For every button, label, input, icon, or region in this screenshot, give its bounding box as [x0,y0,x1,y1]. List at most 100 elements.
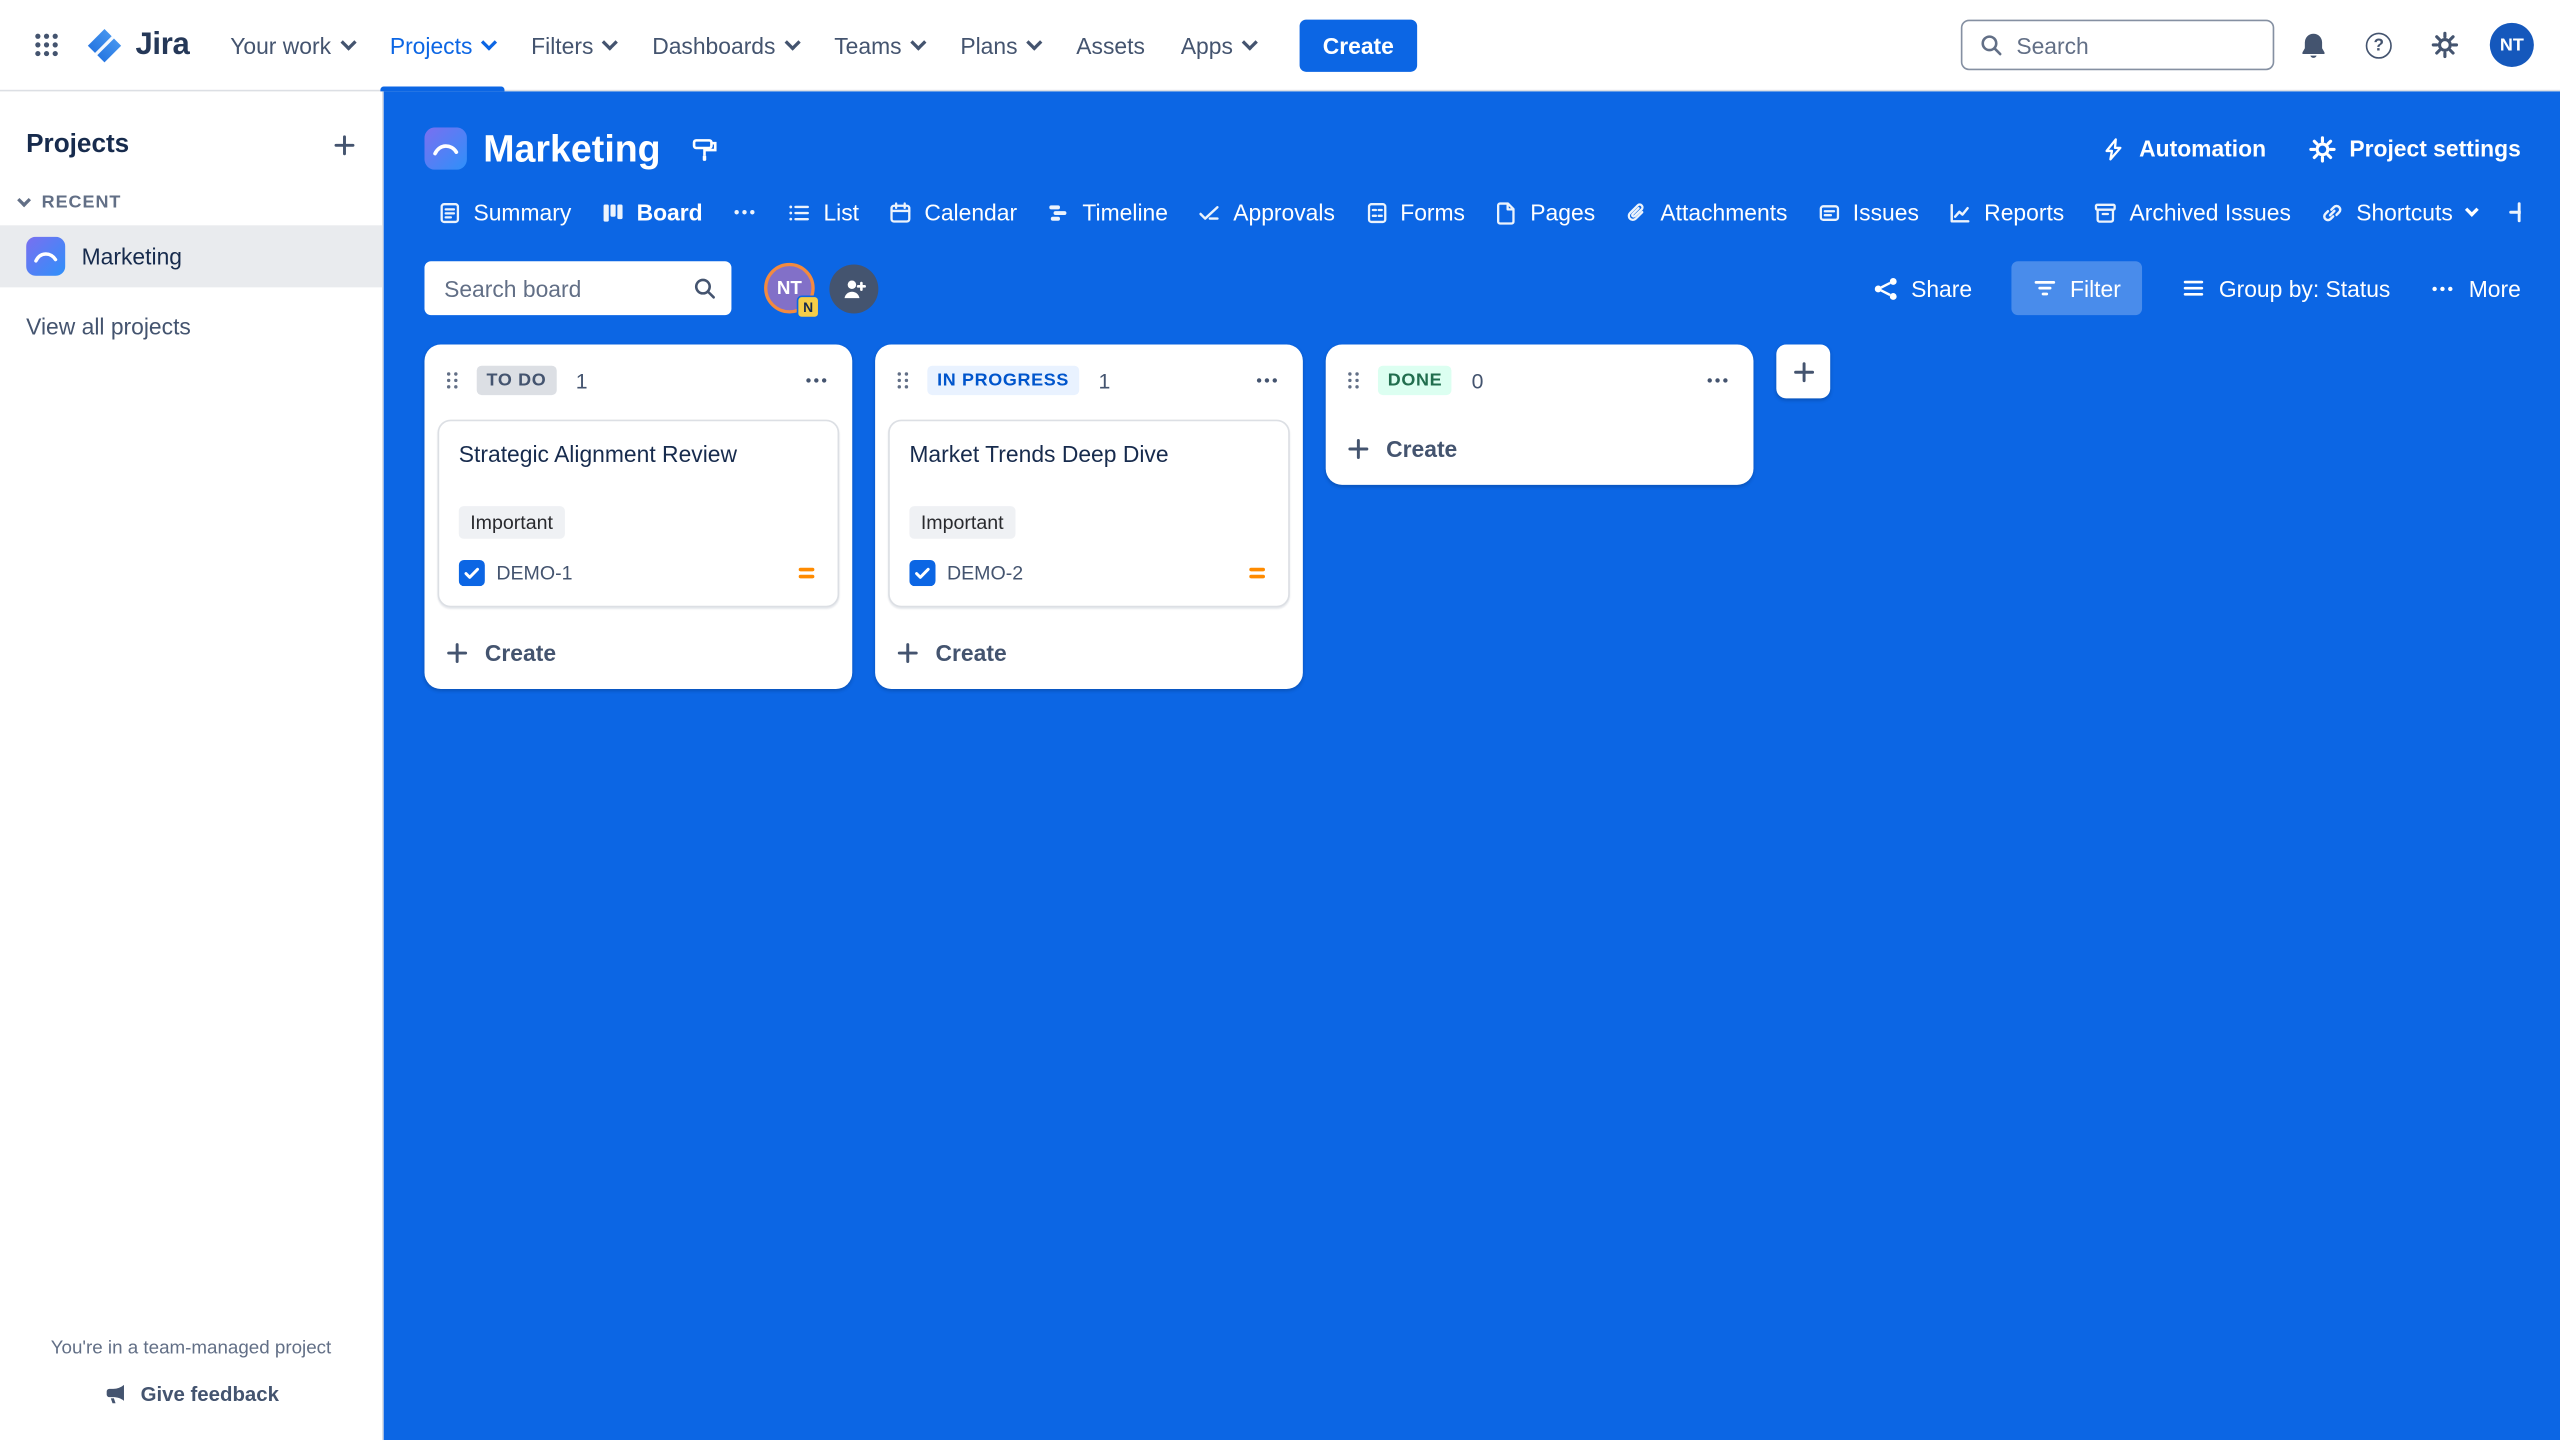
issues-icon [1817,200,1841,224]
nav-item-teams[interactable]: Teams [816,0,942,91]
column-count: 1 [1098,368,1110,392]
calendar-icon [888,200,912,224]
add-project-button[interactable] [323,124,365,166]
user-avatar[interactable]: NT [2490,23,2534,67]
project-name-label: Marketing [82,243,182,269]
column-status-badge: IN PROGRESS [927,366,1079,395]
tab-pages[interactable]: Pages [1481,189,1608,235]
tab-summary[interactable]: Summary [424,189,584,235]
nav-item-apps[interactable]: Apps [1163,0,1274,91]
tab-shortcuts[interactable]: Shortcuts [2307,189,2490,235]
tab-calendar[interactable]: Calendar [875,189,1030,235]
more-button[interactable]: More [2430,275,2521,301]
column-in-progress: IN PROGRESS 1 Market Trends Deep Dive Im… [875,344,1303,688]
filter-button[interactable]: Filter [2011,261,2142,315]
issue-card[interactable]: Market Trends Deep Dive Important DEMO-2 [888,420,1290,608]
more-label: More [2469,275,2521,301]
board-members: NT N [764,263,878,314]
more-dots-icon [2430,275,2456,301]
team-managed-note: You're in a team-managed project [13,1339,369,1359]
column-status-badge: DONE [1378,366,1452,395]
board-icon [601,200,625,224]
filter-label: Filter [2070,275,2121,301]
tab-board[interactable]: Board [588,189,716,235]
reports-icon [1948,200,1972,224]
add-people-button[interactable] [829,264,878,313]
nav-item-projects[interactable]: Projects [372,0,513,91]
nav-item-label: Your work [230,32,331,58]
sidebar-title: Projects [26,131,129,160]
plus-icon [444,640,470,666]
topnav-right: ? NT [1961,19,2534,71]
help-button[interactable]: ? [2353,19,2405,71]
column-create-button[interactable]: Create [424,620,852,685]
tab-label: Board [637,199,703,225]
column-create-button[interactable]: Create [875,620,1303,685]
board-search-input[interactable] [444,275,692,301]
add-view-button[interactable] [2494,189,2521,235]
create-label: Create [1386,436,1457,462]
tab-attachments[interactable]: Attachments [1611,189,1800,235]
filter-icon [2033,276,2057,300]
nav-item-label: Filters [531,32,593,58]
drag-handle-icon[interactable] [441,369,464,392]
board-user-avatar[interactable]: NT N [764,263,815,314]
projects-sidebar: Projects RECENT Marketing View all proje… [0,91,384,1440]
drag-handle-icon[interactable] [1342,369,1365,392]
view-all-projects-link[interactable]: View all projects [0,287,382,365]
user-initials: NT [2500,35,2524,55]
issue-card[interactable]: Strategic Alignment Review Important DEM… [438,420,840,608]
column-status-badge: TO DO [477,366,556,395]
app-switcher-button[interactable] [20,19,72,71]
tab-list[interactable]: List [774,189,872,235]
column-more-button[interactable] [1241,354,1293,406]
column-cards: Strategic Alignment Review Important DEM… [424,420,852,608]
tab-reports[interactable]: Reports [1935,189,2077,235]
share-button[interactable]: Share [1872,275,1972,301]
notifications-button[interactable] [2287,19,2339,71]
shortcuts-icon [2320,200,2344,224]
nav-item-plans[interactable]: Plans [942,0,1058,91]
create-button[interactable]: Create [1300,19,1417,71]
automation-button[interactable]: Automation [2102,136,2267,162]
chevron-down-icon [2465,203,2479,217]
chevron-down-icon [481,35,497,51]
tabs-overflow-button[interactable] [719,189,771,235]
avatar-initials: NT [777,278,802,298]
drag-handle-icon[interactable] [891,369,914,392]
global-search [1961,20,2274,71]
issue-meta: DEMO-1 [459,560,818,586]
plus-icon [2507,199,2521,225]
approvals-icon [1197,200,1221,224]
nav-item-dashboards[interactable]: Dashboards [634,0,816,91]
nav-item-filters[interactable]: Filters [513,0,634,91]
column-more-button[interactable] [790,354,842,406]
nav-item-assets[interactable]: Assets [1058,0,1163,91]
customize-background-button[interactable] [680,124,729,173]
board-columns: TO DO 1 Strategic Alignment Review Impor… [424,344,2520,688]
jira-app: Jira Your work Projects Filters Dashboar… [0,0,2560,1440]
nav-item-label: Apps [1181,32,1233,58]
column-header: IN PROGRESS 1 [875,344,1303,416]
project-settings-button[interactable]: Project settings [2309,135,2521,163]
tab-archived-issues[interactable]: Archived Issues [2081,189,2304,235]
tab-forms[interactable]: Forms [1351,189,1478,235]
project-avatar-icon [424,127,466,169]
column-create-button[interactable]: Create [1326,416,1754,481]
search-icon [692,276,716,300]
tab-issues[interactable]: Issues [1804,189,1932,235]
jira-logo[interactable]: Jira [75,25,209,64]
settings-button[interactable] [2418,19,2470,71]
global-search-input[interactable] [2016,32,2256,58]
group-by-button[interactable]: Group by: Status [2181,275,2390,301]
tab-timeline[interactable]: Timeline [1033,189,1181,235]
nav-item-label: Teams [834,32,901,58]
column-more-button[interactable] [1691,354,1743,406]
give-feedback-button[interactable]: Give feedback [103,1381,279,1405]
column-count: 0 [1472,368,1484,392]
recent-section-toggle[interactable]: RECENT [0,193,382,213]
tab-approvals[interactable]: Approvals [1184,189,1348,235]
sidebar-item-marketing[interactable]: Marketing [0,225,382,287]
add-column-button[interactable] [1776,344,1830,398]
nav-item-your-work[interactable]: Your work [212,0,372,91]
